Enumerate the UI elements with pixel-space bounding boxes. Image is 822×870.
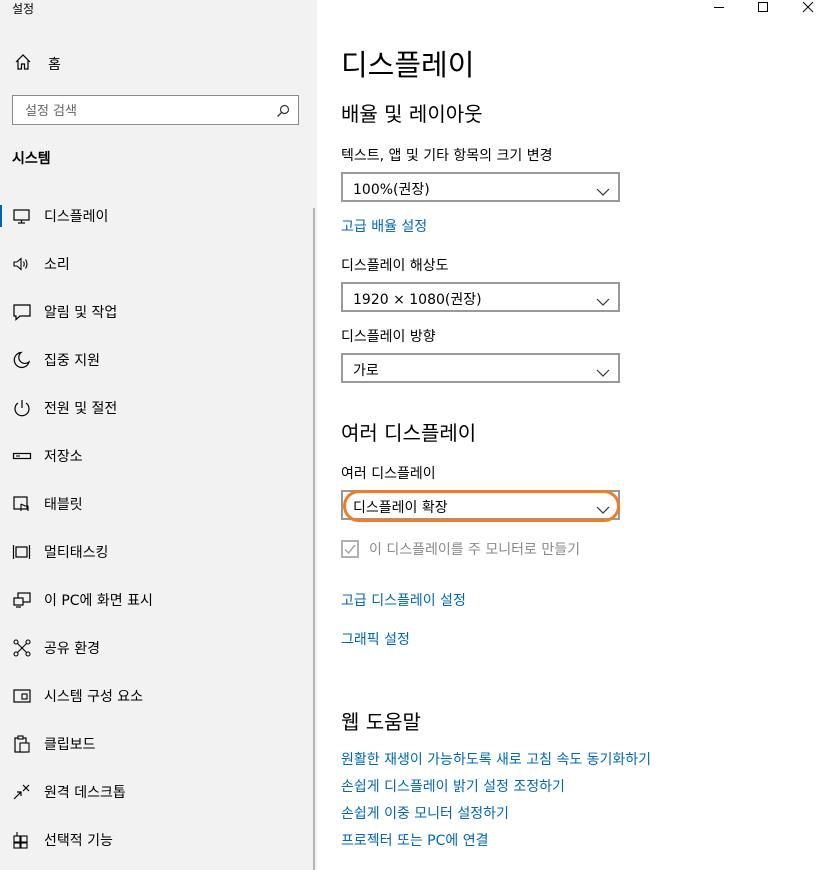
sidebar-item-components[interactable]: 시스템 구성 요소: [0, 672, 317, 720]
web-help-link[interactable]: 손쉽게 디스플레이 밝기 설정 조정하기: [341, 776, 565, 796]
components-icon: [12, 686, 32, 706]
sidebar-item-multitasking[interactable]: 멀티태스킹: [0, 528, 317, 576]
notification-icon: [12, 302, 32, 322]
main-monitor-checkbox-row[interactable]: 이 디스플레이를 주 모니터로 만들기: [341, 538, 580, 560]
home-label: 홈: [48, 57, 61, 73]
home-nav-item[interactable]: 홈: [14, 52, 61, 76]
sidebar-item-optional-features[interactable]: 선택적 기능: [0, 816, 317, 864]
search-input[interactable]: [23, 100, 267, 122]
chevron-down-icon: [596, 500, 610, 519]
search-icon[interactable]: [276, 103, 290, 122]
optional-features-icon: [12, 830, 32, 850]
sidebar-item-label: 클립보드: [44, 737, 96, 753]
remote-desktop-icon: [12, 782, 32, 802]
clipboard-icon: [12, 734, 32, 754]
page-title: 디스플레이: [341, 48, 475, 82]
web-help-link[interactable]: 프로젝터 또는 PC에 연결: [341, 830, 489, 850]
scale-layout-heading: 배율 및 레이아웃: [341, 102, 483, 126]
sidebar-item-storage[interactable]: 저장소: [0, 432, 317, 480]
speaker-icon: [12, 254, 32, 274]
web-help-heading: 웹 도움말: [341, 710, 421, 734]
project-icon: [12, 590, 32, 610]
sidebar-item-label: 원격 데스크톱: [44, 785, 126, 801]
text-size-value: 100%(권장): [353, 182, 430, 198]
tablet-icon: [12, 494, 32, 514]
multiple-displays-label: 여러 디스플레이: [341, 466, 436, 482]
sidebar-item-label: 저장소: [44, 449, 83, 465]
text-size-label: 텍스트, 앱 및 기타 항목의 크기 변경: [341, 148, 553, 164]
orientation-dropdown[interactable]: 가로: [341, 353, 620, 383]
sidebar-item-clipboard[interactable]: 클립보드: [0, 720, 317, 768]
orientation-value: 가로: [353, 363, 379, 379]
close-button[interactable]: [776, 0, 822, 16]
resolution-dropdown[interactable]: 1920 × 1080(권장): [341, 282, 620, 312]
power-icon: [12, 398, 32, 418]
sidebar: 설정 홈 시스템 디스플레이 소리 알림 및 작: [0, 0, 317, 870]
sidebar-item-label: 선택적 기능: [44, 833, 113, 849]
resolution-label: 디스플레이 해상도: [341, 258, 449, 274]
advanced-display-settings-link[interactable]: 고급 디스플레이 설정: [341, 590, 466, 610]
chevron-down-icon: [596, 182, 610, 201]
multiple-displays-value: 디스플레이 확장: [353, 500, 448, 516]
close-icon: [802, 1, 814, 13]
sidebar-item-display[interactable]: 디스플레이: [0, 192, 317, 240]
text-size-dropdown[interactable]: 100%(권장): [341, 172, 620, 202]
monitor-icon: [12, 206, 32, 226]
resolution-value: 1920 × 1080(권장): [353, 292, 482, 308]
main-monitor-checkbox[interactable]: [341, 540, 359, 558]
minimize-icon: [714, 7, 724, 8]
home-icon: [14, 53, 32, 75]
sidebar-item-shared[interactable]: 공유 환경: [0, 624, 317, 672]
sidebar-item-label: 집중 지원: [44, 353, 100, 369]
multitasking-icon: [12, 542, 32, 562]
sidebar-item-label: 알림 및 작업: [44, 305, 118, 321]
graphics-settings-link[interactable]: 그래픽 설정: [341, 629, 410, 649]
orientation-label: 디스플레이 방향: [341, 329, 436, 345]
sidebar-item-sound[interactable]: 소리: [0, 240, 317, 288]
sidebar-item-label: 시스템 구성 요소: [44, 689, 144, 705]
advanced-scaling-link[interactable]: 고급 배율 설정: [341, 216, 427, 236]
sidebar-item-notifications[interactable]: 알림 및 작업: [0, 288, 317, 336]
multiple-displays-heading: 여러 디스플레이: [341, 421, 477, 445]
moon-icon: [12, 350, 32, 370]
sidebar-item-label: 멀티태스킹: [44, 545, 109, 561]
search-box[interactable]: [12, 95, 299, 125]
sidebar-scrollbar[interactable]: [313, 208, 315, 870]
minimize-button[interactable]: [690, 0, 736, 16]
chevron-down-icon: [596, 292, 610, 311]
sidebar-item-project[interactable]: 이 PC에 화면 표시: [0, 576, 317, 624]
sidebar-item-label: 태블릿: [44, 497, 83, 513]
web-help-link[interactable]: 손쉽게 이중 모니터 설정하기: [341, 803, 509, 823]
sidebar-item-label: 공유 환경: [44, 641, 100, 657]
sidebar-item-label: 디스플레이: [44, 209, 109, 225]
sidebar-item-tablet[interactable]: 태블릿: [0, 480, 317, 528]
checkmark-icon: [344, 544, 356, 555]
section-title: 시스템: [12, 151, 51, 167]
sidebar-item-remote-desktop[interactable]: 원격 데스크톱: [0, 768, 317, 816]
sidebar-item-label: 전원 및 절전: [44, 401, 118, 417]
sidebar-item-power[interactable]: 전원 및 절전: [0, 384, 317, 432]
sidebar-item-label: 소리: [44, 257, 70, 273]
sidebar-item-label: 이 PC에 화면 표시: [44, 593, 153, 609]
web-help-link[interactable]: 원활한 재생이 가능하도록 새로 고침 속도 동기화하기: [341, 749, 651, 769]
storage-icon: [12, 446, 32, 466]
sidebar-item-focus-assist[interactable]: 집중 지원: [0, 336, 317, 384]
chevron-down-icon: [596, 363, 610, 382]
share-icon: [12, 638, 32, 658]
app-title: 설정: [12, 2, 35, 16]
multiple-displays-dropdown[interactable]: 디스플레이 확장: [341, 490, 620, 520]
sidebar-nav: 디스플레이 소리 알림 및 작업 집중 지원 전원 및 절전 저장소 태블릿 멀…: [0, 192, 317, 864]
main-monitor-checkbox-label: 이 디스플레이를 주 모니터로 만들기: [369, 542, 580, 558]
